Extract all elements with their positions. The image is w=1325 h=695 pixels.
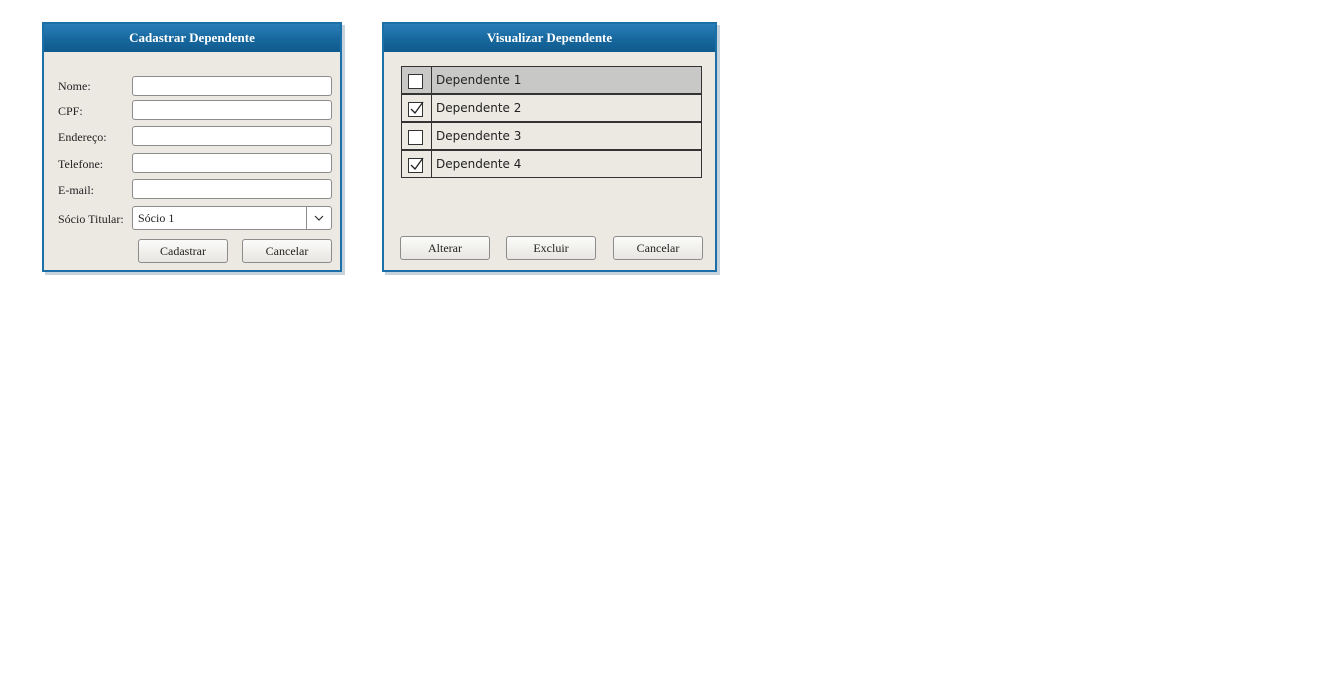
- checkbox-cell: [402, 95, 432, 121]
- telefone-input[interactable]: [132, 153, 332, 173]
- endereco-label: Endereço:: [58, 130, 107, 144]
- list-item[interactable]: Dependente 1: [401, 66, 702, 94]
- telefone-label: Telefone:: [58, 157, 104, 171]
- checkmark-icon: [410, 157, 424, 170]
- visualizar-dependente-window: Visualizar Dependente Dependente 1 Depen…: [382, 22, 717, 272]
- checkbox-cell: [402, 123, 432, 149]
- list-item-label: Dependente 1: [436, 73, 522, 87]
- nome-input[interactable]: [132, 76, 332, 96]
- list-item-label: Dependente 3: [436, 129, 522, 143]
- cadastrar-cancel-button[interactable]: Cancelar: [242, 239, 332, 263]
- checkbox-cell: [402, 67, 432, 93]
- nome-label: Nome:: [58, 79, 91, 93]
- socio-titular-label: Sócio Titular:: [58, 212, 124, 226]
- list-item[interactable]: Dependente 4: [401, 150, 702, 178]
- cpf-input[interactable]: [132, 100, 332, 120]
- dependentes-list: Dependente 1 Dependente 2 Dependente 3 D…: [401, 66, 703, 181]
- socio-titular-select[interactable]: Sócio 1: [132, 206, 332, 230]
- list-item[interactable]: Dependente 3: [401, 122, 702, 150]
- socio-titular-value: Sócio 1: [138, 211, 175, 225]
- checkbox[interactable]: [408, 74, 423, 89]
- excluir-button[interactable]: Excluir: [506, 236, 596, 260]
- dropdown-toggle[interactable]: [306, 207, 331, 229]
- checkbox-cell: [402, 151, 432, 177]
- checkmark-icon: [410, 101, 424, 114]
- checkbox[interactable]: [408, 101, 424, 117]
- cadastrar-window-title: Cadastrar Dependente: [44, 24, 340, 52]
- list-item-label: Dependente 2: [436, 101, 522, 115]
- visualizar-window-title: Visualizar Dependente: [384, 24, 715, 52]
- checkbox[interactable]: [408, 157, 424, 173]
- cadastrar-dependente-window: Cadastrar Dependente Nome: CPF: Endereço…: [42, 22, 342, 272]
- cpf-label: CPF:: [58, 104, 83, 118]
- checkbox[interactable]: [408, 130, 423, 145]
- cadastrar-button[interactable]: Cadastrar: [138, 239, 228, 263]
- email-label: E-mail:: [58, 183, 94, 197]
- chevron-down-icon: [314, 215, 324, 221]
- visualizar-cancel-button[interactable]: Cancelar: [613, 236, 703, 260]
- email-input[interactable]: [132, 179, 332, 199]
- endereco-input[interactable]: [132, 126, 332, 146]
- list-item[interactable]: Dependente 2: [401, 94, 702, 122]
- alterar-button[interactable]: Alterar: [400, 236, 490, 260]
- list-item-label: Dependente 4: [436, 157, 522, 171]
